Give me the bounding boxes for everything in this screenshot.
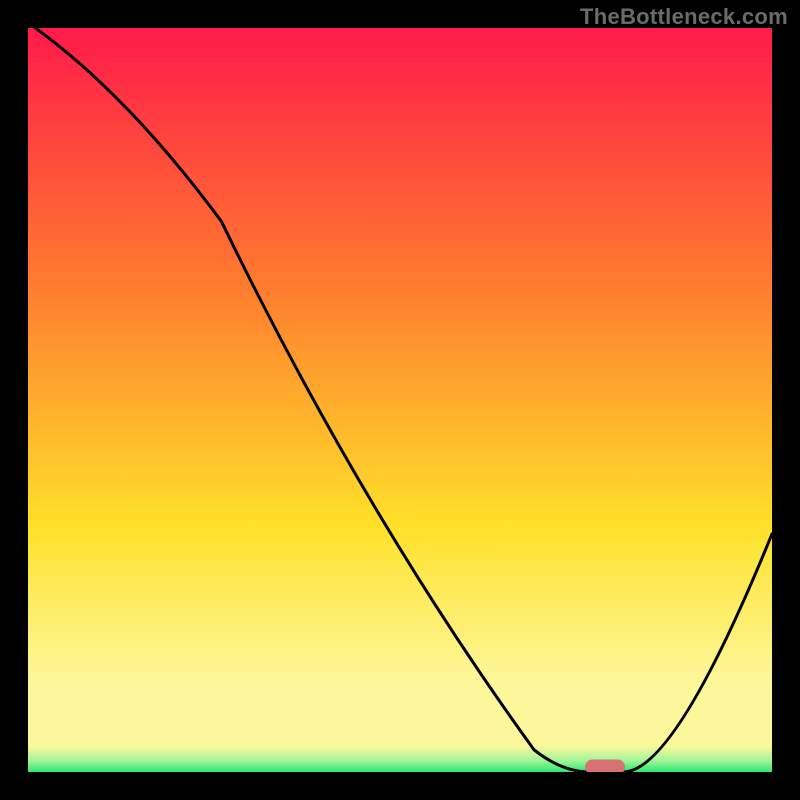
chart-frame: TheBottleneck.com <box>0 0 800 800</box>
bottleneck-curve <box>28 28 772 772</box>
watermark-text: TheBottleneck.com <box>580 4 788 30</box>
optimal-point-marker <box>585 760 625 773</box>
plot-area <box>28 28 772 772</box>
